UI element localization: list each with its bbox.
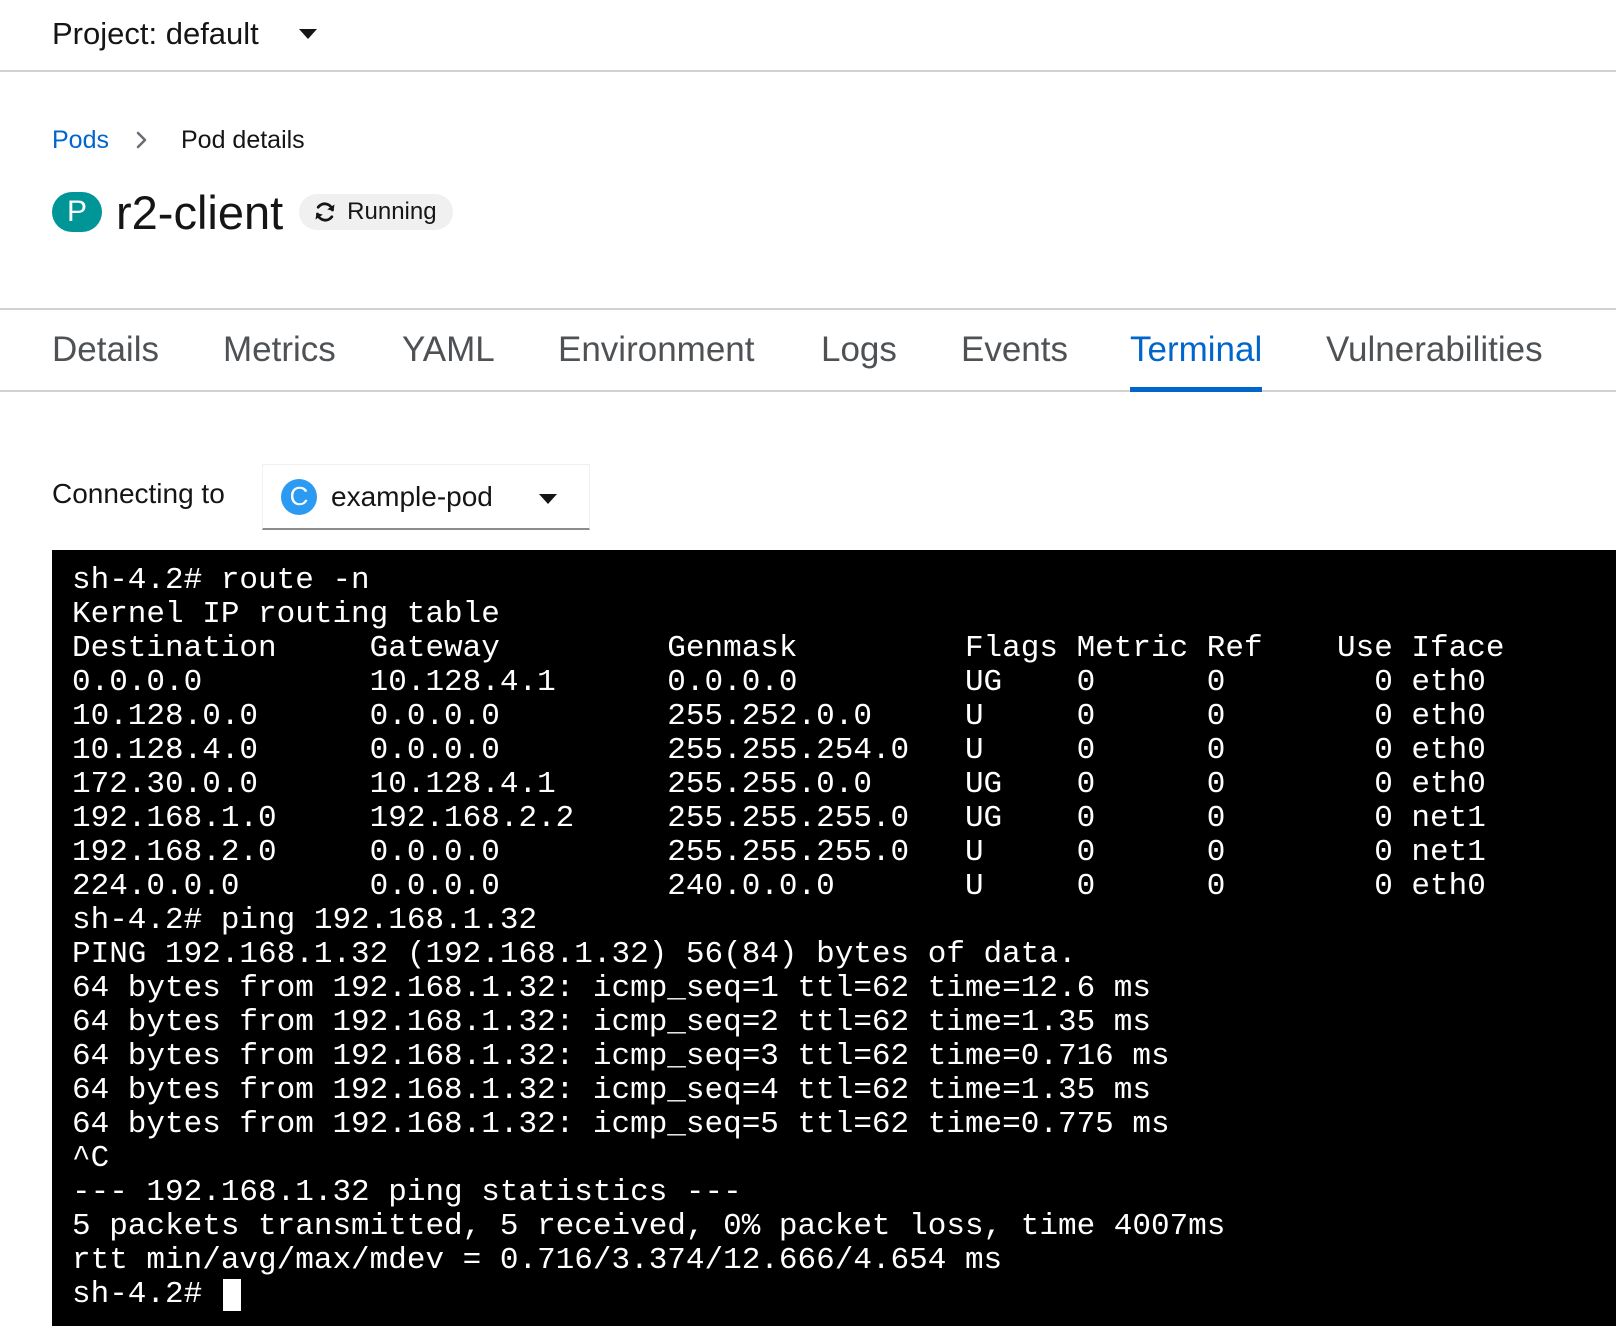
breadcrumb-current: Pod details	[180, 125, 305, 154]
page-title: r2-client	[116, 185, 284, 239]
tab-yaml[interactable]: YAML	[402, 310, 495, 390]
terminal-prompt-line: sh-4.2#	[52, 1278, 1616, 1312]
terminal-prompt: sh-4.2#	[72, 1277, 221, 1312]
caret-down-icon	[298, 29, 317, 39]
caret-down-icon	[539, 494, 557, 504]
horizontal-nav-tabs: Details Metrics YAML Environment Logs Ev…	[0, 308, 1616, 392]
project-selector[interactable]: Project: default	[52, 14, 317, 54]
breadcrumb: Pods Pod details	[52, 124, 305, 156]
pod-resource-badge: P	[52, 192, 102, 232]
sync-icon	[313, 200, 337, 224]
tab-environment[interactable]: Environment	[558, 310, 754, 390]
terminal-output: sh-4.2# route -n Kernel IP routing table…	[72, 563, 1505, 1278]
terminal-cursor	[222, 1279, 241, 1311]
breadcrumb-link-pods[interactable]: Pods	[52, 126, 109, 155]
container-select[interactable]: C example-pod	[262, 464, 590, 530]
tab-logs[interactable]: Logs	[821, 310, 897, 390]
project-label: Project: default	[52, 16, 259, 51]
status-text: Running	[347, 198, 437, 225]
terminal[interactable]: sh-4.2# route -n Kernel IP routing table…	[52, 550, 1616, 1326]
status-badge: Running	[299, 194, 453, 230]
tab-events[interactable]: Events	[961, 310, 1068, 390]
project-bar: Project: default	[0, 0, 1616, 72]
container-name: example-pod	[331, 480, 493, 512]
connecting-to-label: Connecting to	[52, 478, 225, 509]
tab-details[interactable]: Details	[52, 310, 159, 390]
tab-terminal[interactable]: Terminal	[1130, 310, 1263, 392]
page-heading: P r2-client Running	[52, 182, 453, 242]
container-resource-badge: C	[281, 478, 317, 515]
angle-right-icon	[135, 130, 157, 150]
tab-metrics[interactable]: Metrics	[223, 310, 336, 390]
tab-vulnerabilities[interactable]: Vulnerabilities	[1326, 310, 1543, 390]
